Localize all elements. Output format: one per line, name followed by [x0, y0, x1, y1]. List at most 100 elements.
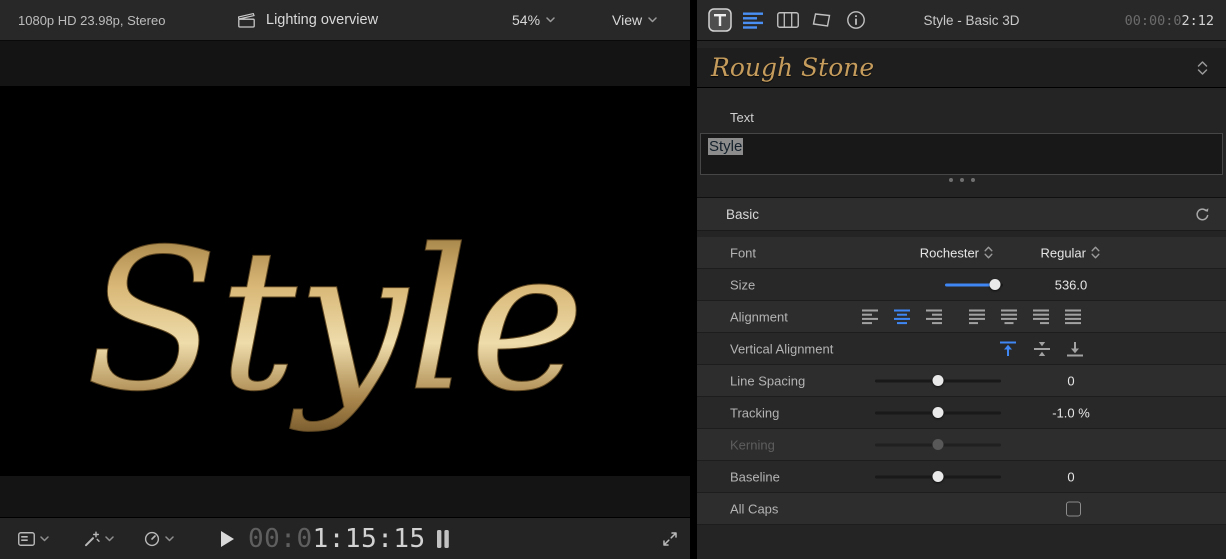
tab-video-inspector[interactable]	[775, 7, 801, 33]
slider-knob[interactable]	[990, 279, 1001, 290]
viewer-toolbar: 1080p HD 23.98p, Stereo Lighting overvie…	[0, 0, 690, 41]
slider-knob[interactable]	[933, 375, 944, 386]
popup-chevrons-icon	[984, 246, 993, 260]
timecode-display[interactable]: 00:01:15:15	[248, 518, 426, 559]
slider-knob	[933, 439, 944, 450]
viewer-pane: 1080p HD 23.98p, Stereo Lighting overvie…	[0, 0, 690, 559]
all-caps-label: All Caps	[730, 501, 778, 516]
slider-knob[interactable]	[933, 407, 944, 418]
reset-button[interactable]	[1195, 207, 1210, 222]
line-spacing-row: Line Spacing 0	[697, 365, 1226, 397]
resize-handle[interactable]	[697, 178, 1226, 182]
text-tab-icon	[708, 8, 732, 32]
kerning-row: Kerning	[697, 429, 1226, 461]
distort-tab-icon	[812, 12, 832, 28]
slider-knob[interactable]	[933, 471, 944, 482]
pane-divider[interactable]	[690, 0, 697, 559]
line-spacing-value[interactable]: 0	[1035, 373, 1107, 388]
inspector-pane: Style - Basic 3D 00:00:02:12 Rough Stone…	[697, 0, 1226, 559]
retime-icon	[144, 531, 160, 547]
zoom-dropdown[interactable]: 54%	[512, 0, 555, 40]
timecode-dim: 00:0	[248, 524, 313, 554]
kerning-label: Kerning	[730, 437, 775, 452]
view-label: View	[612, 12, 642, 28]
play-icon	[220, 531, 234, 547]
vertical-alignment-label: Vertical Alignment	[730, 341, 833, 356]
baseline-value[interactable]: 0	[1035, 469, 1107, 484]
timecode-bright: 1:15:15	[313, 524, 426, 554]
justify-last-left-button[interactable]	[969, 309, 986, 324]
tab-text-format[interactable]	[741, 7, 767, 33]
valign-top-button[interactable]	[1000, 341, 1017, 356]
text-section-label: Text	[730, 110, 754, 125]
clip-timecode: 00:00:02:12	[1125, 13, 1214, 29]
expand-button[interactable]	[662, 518, 678, 559]
line-spacing-label: Line Spacing	[730, 373, 805, 388]
canvas-3d-title: Style	[0, 86, 690, 476]
retime-button[interactable]	[144, 518, 174, 559]
wand-icon	[84, 531, 100, 547]
align-right-button[interactable]	[926, 309, 943, 324]
font-family-popup[interactable]: Rochester	[920, 245, 993, 260]
expand-icon	[662, 531, 678, 547]
size-slider[interactable]	[945, 283, 1003, 286]
tracking-value[interactable]: -1.0 %	[1035, 405, 1107, 420]
all-caps-checkbox[interactable]	[1066, 501, 1081, 516]
tab-distort-mask[interactable]	[809, 7, 835, 33]
font-label: Font	[730, 245, 756, 260]
line-spacing-slider[interactable]	[875, 379, 1001, 382]
baseline-slider[interactable]	[875, 475, 1001, 478]
popup-chevrons-icon	[1197, 60, 1208, 76]
format-tab-icon	[743, 12, 765, 29]
align-left-icon	[862, 309, 879, 324]
tracking-label: Tracking	[730, 405, 779, 420]
chevron-down-icon	[40, 536, 49, 542]
tracking-slider[interactable]	[875, 411, 1001, 414]
project-title: Lighting overview	[238, 0, 378, 40]
vertical-alignment-row: Vertical Alignment	[697, 333, 1226, 365]
valign-bottom-button[interactable]	[1067, 341, 1084, 356]
canvas: Style	[0, 86, 690, 476]
size-value[interactable]: 536.0	[1035, 277, 1107, 292]
align-center-button[interactable]	[894, 309, 911, 324]
size-label: Size	[730, 277, 755, 292]
valign-top-icon	[1000, 341, 1016, 356]
preset-selector[interactable]: Rough Stone	[697, 48, 1226, 88]
popup-chevrons-icon	[1091, 246, 1100, 260]
selected-text: Style	[708, 138, 743, 155]
chevron-down-icon	[165, 536, 174, 542]
valign-middle-button[interactable]	[1034, 341, 1051, 356]
justify-last-center-button[interactable]	[1001, 309, 1018, 324]
valign-middle-icon	[1034, 341, 1050, 356]
index-button[interactable]	[18, 518, 49, 559]
justify-last-right-icon	[1033, 309, 1050, 324]
align-left-button[interactable]	[862, 309, 879, 324]
tools-button[interactable]	[84, 518, 114, 559]
view-dropdown[interactable]: View	[612, 0, 657, 40]
justify-last-right-button[interactable]	[1033, 309, 1050, 324]
clip-timecode-bright: 2:12	[1181, 13, 1214, 29]
baseline-label: Baseline	[730, 469, 780, 484]
audio-meters-button[interactable]	[436, 518, 450, 559]
justify-all-button[interactable]	[1065, 309, 1082, 324]
kerning-slider	[875, 443, 1001, 446]
all-caps-row: All Caps	[697, 493, 1226, 525]
basic-parameters: Font Rochester Regular Size 536.0	[697, 237, 1226, 525]
preset-name: Rough Stone	[711, 53, 874, 82]
text-input[interactable]: Style	[700, 133, 1223, 175]
basic-section-label: Basic	[726, 207, 759, 222]
viewer-canvas-area: Style	[0, 42, 690, 517]
clapperboard-icon	[238, 13, 256, 28]
justify-last-center-icon	[1001, 309, 1018, 324]
play-button[interactable]	[220, 518, 234, 559]
reset-icon	[1195, 207, 1210, 222]
valign-bottom-icon	[1067, 341, 1083, 356]
canvas-title-text: Style	[85, 207, 585, 434]
alignment-row: Alignment	[697, 301, 1226, 333]
clip-timecode-dim: 00:00:0	[1125, 13, 1182, 29]
font-style-popup[interactable]: Regular	[1040, 245, 1100, 260]
chevron-down-icon	[546, 17, 555, 23]
chevron-down-icon	[648, 17, 657, 23]
format-info: 1080p HD 23.98p, Stereo	[18, 13, 165, 28]
tab-text-inspector[interactable]	[707, 7, 733, 33]
